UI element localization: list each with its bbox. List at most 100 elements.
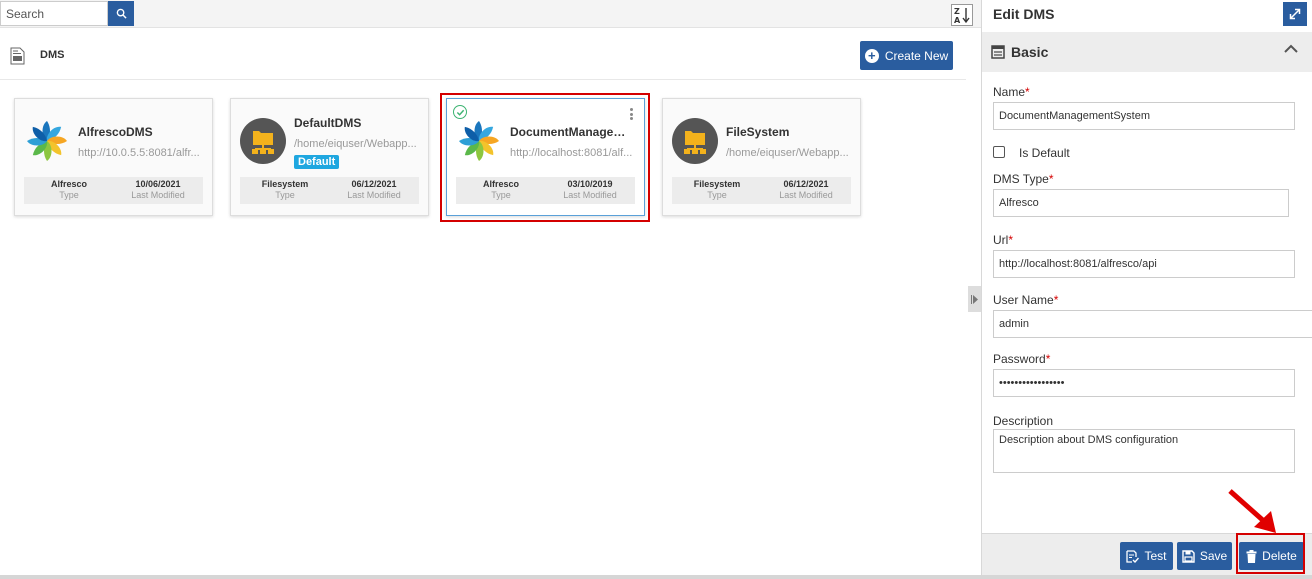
card-type-label: Type (707, 190, 727, 200)
dms-card-filesystem[interactable]: FileSystem /home/eiquser/Webapp... Files… (662, 98, 861, 216)
list-header: DMS + Create New (0, 30, 966, 80)
required-mark: * (1008, 233, 1013, 247)
expand-panel-button[interactable] (1283, 2, 1307, 26)
name-label: Name* (993, 85, 1030, 99)
svg-text:A: A (954, 16, 961, 24)
svg-text:Z: Z (954, 7, 960, 16)
alfresco-logo-icon (455, 117, 503, 165)
test-label: Test (1144, 549, 1167, 563)
test-icon (1126, 549, 1140, 563)
dms-card-alfrescodms[interactable]: AlfrescoDMS http://10.0.5.5:8081/alfr...… (14, 98, 213, 216)
card-modified: 06/12/2021 Last Modified (329, 177, 419, 200)
sort-az-icon: Z A (954, 7, 970, 24)
url-field[interactable] (993, 250, 1295, 278)
dms-card-defaultdms[interactable]: DefaultDMS /home/eiquser/Webapp... Defau… (230, 98, 429, 216)
more-options-icon[interactable] (630, 108, 634, 122)
required-mark: * (1053, 293, 1059, 307)
card-modified-value: 06/12/2021 (783, 179, 829, 189)
page-title: DMS (40, 49, 65, 61)
card-name: FileSystem (726, 125, 790, 139)
sort-button[interactable]: Z A (951, 4, 973, 26)
panel-title: Edit DMS (993, 6, 1055, 22)
card-modified-label: Last Modified (563, 190, 617, 200)
username-label-text: User Name (993, 293, 1054, 307)
is-default-checkbox[interactable] (993, 146, 1005, 158)
save-icon (1182, 549, 1195, 563)
card-name: AlfrescoDMS (78, 125, 153, 139)
panel-footer: Test Save Delete (982, 533, 1312, 575)
folder-network-icon (239, 117, 287, 165)
edit-dms-panel: Edit DMS Basic Name* Is Default DMS Type… (981, 0, 1312, 575)
dms-type-field[interactable] (993, 189, 1289, 217)
card-url: /home/eiquser/Webapp... (726, 147, 849, 159)
panel-collapse-handle[interactable] (968, 286, 981, 312)
trash-icon (1246, 549, 1257, 563)
card-type-value: Filesystem (693, 179, 741, 189)
description-label: Description (993, 414, 1054, 428)
required-mark: * (1025, 85, 1030, 99)
test-button[interactable]: Test (1120, 542, 1173, 570)
card-modified-value: 10/06/2021 (135, 179, 181, 189)
url-label: Url* (993, 233, 1013, 247)
dms-card-documentmanagement[interactable]: DocumentManageme... http://localhost:808… (446, 98, 645, 216)
card-name: DocumentManageme... (510, 125, 636, 139)
is-default-label: Is Default (1019, 146, 1070, 160)
save-button[interactable]: Save (1177, 542, 1232, 570)
card-modified: 10/06/2021 Last Modified (113, 177, 203, 200)
dms-list-area: Z A DMS + Create New (0, 0, 981, 575)
folder-network-icon (671, 117, 719, 165)
chevron-up-icon[interactable] (1284, 44, 1298, 54)
card-modified-label: Last Modified (779, 190, 833, 200)
caret-right-icon (971, 294, 978, 304)
url-label-text: Url (993, 233, 1009, 247)
plus-circle-icon: + (864, 48, 879, 63)
card-name: DefaultDMS (294, 116, 362, 130)
card-modified-label: Last Modified (347, 190, 401, 200)
card-type-value: Filesystem (261, 179, 309, 189)
username-label: User Name* (993, 293, 1058, 307)
card-stats: Filesystem Type 06/12/2021 Last Modified (672, 177, 851, 204)
delete-label: Delete (1262, 549, 1297, 563)
password-field[interactable] (993, 369, 1295, 397)
card-modified-value: 06/12/2021 (351, 179, 397, 189)
basic-section-header[interactable]: Basic (982, 32, 1312, 72)
card-stats: Filesystem Type 06/12/2021 Last Modified (240, 177, 419, 204)
card-type: Filesystem Type (240, 177, 330, 200)
card-type-label: Type (491, 190, 511, 200)
card-type: Filesystem Type (672, 177, 762, 200)
card-url: /home/eiquser/Webapp... (294, 138, 417, 150)
form-icon (991, 45, 1005, 59)
card-modified-value: 03/10/2019 (567, 179, 613, 189)
search-icon (116, 8, 127, 19)
search-button[interactable] (108, 1, 134, 26)
name-label-text: Name (993, 85, 1026, 99)
card-stats: Alfresco Type 03/10/2019 Last Modified (456, 177, 635, 204)
card-type-value: Alfresco (50, 179, 87, 189)
username-field[interactable] (993, 310, 1312, 338)
save-label: Save (1199, 549, 1228, 563)
dms-type-label-text: DMS Type (993, 172, 1049, 186)
card-modified-label: Last Modified (131, 190, 185, 200)
dms-document-icon (10, 47, 25, 65)
card-type-label: Type (59, 190, 79, 200)
card-type: Alfresco Type (456, 177, 546, 200)
bottom-border (0, 575, 1312, 579)
card-type-value: Alfresco (482, 179, 519, 189)
expand-arrows-icon (1289, 8, 1301, 20)
description-field[interactable]: Description about DMS configuration (993, 429, 1295, 473)
required-mark: * (1045, 352, 1051, 366)
required-mark: * (1048, 172, 1054, 186)
search-input[interactable] (0, 1, 108, 26)
top-toolbar: Z A (0, 0, 981, 28)
dms-type-label: DMS Type* (993, 172, 1053, 186)
card-url: http://10.0.5.5:8081/alfr... (78, 147, 200, 159)
card-type: Alfresco Type (24, 177, 114, 200)
delete-button[interactable]: Delete (1239, 542, 1304, 570)
name-field[interactable] (993, 102, 1295, 130)
card-url: http://localhost:8081/alf... (510, 147, 633, 159)
card-stats: Alfresco Type 10/06/2021 Last Modified (24, 177, 203, 204)
create-new-button[interactable]: + Create New (860, 41, 953, 70)
card-type-label: Type (275, 190, 295, 200)
default-badge: Default (294, 155, 340, 169)
create-new-label: Create New (884, 48, 949, 63)
